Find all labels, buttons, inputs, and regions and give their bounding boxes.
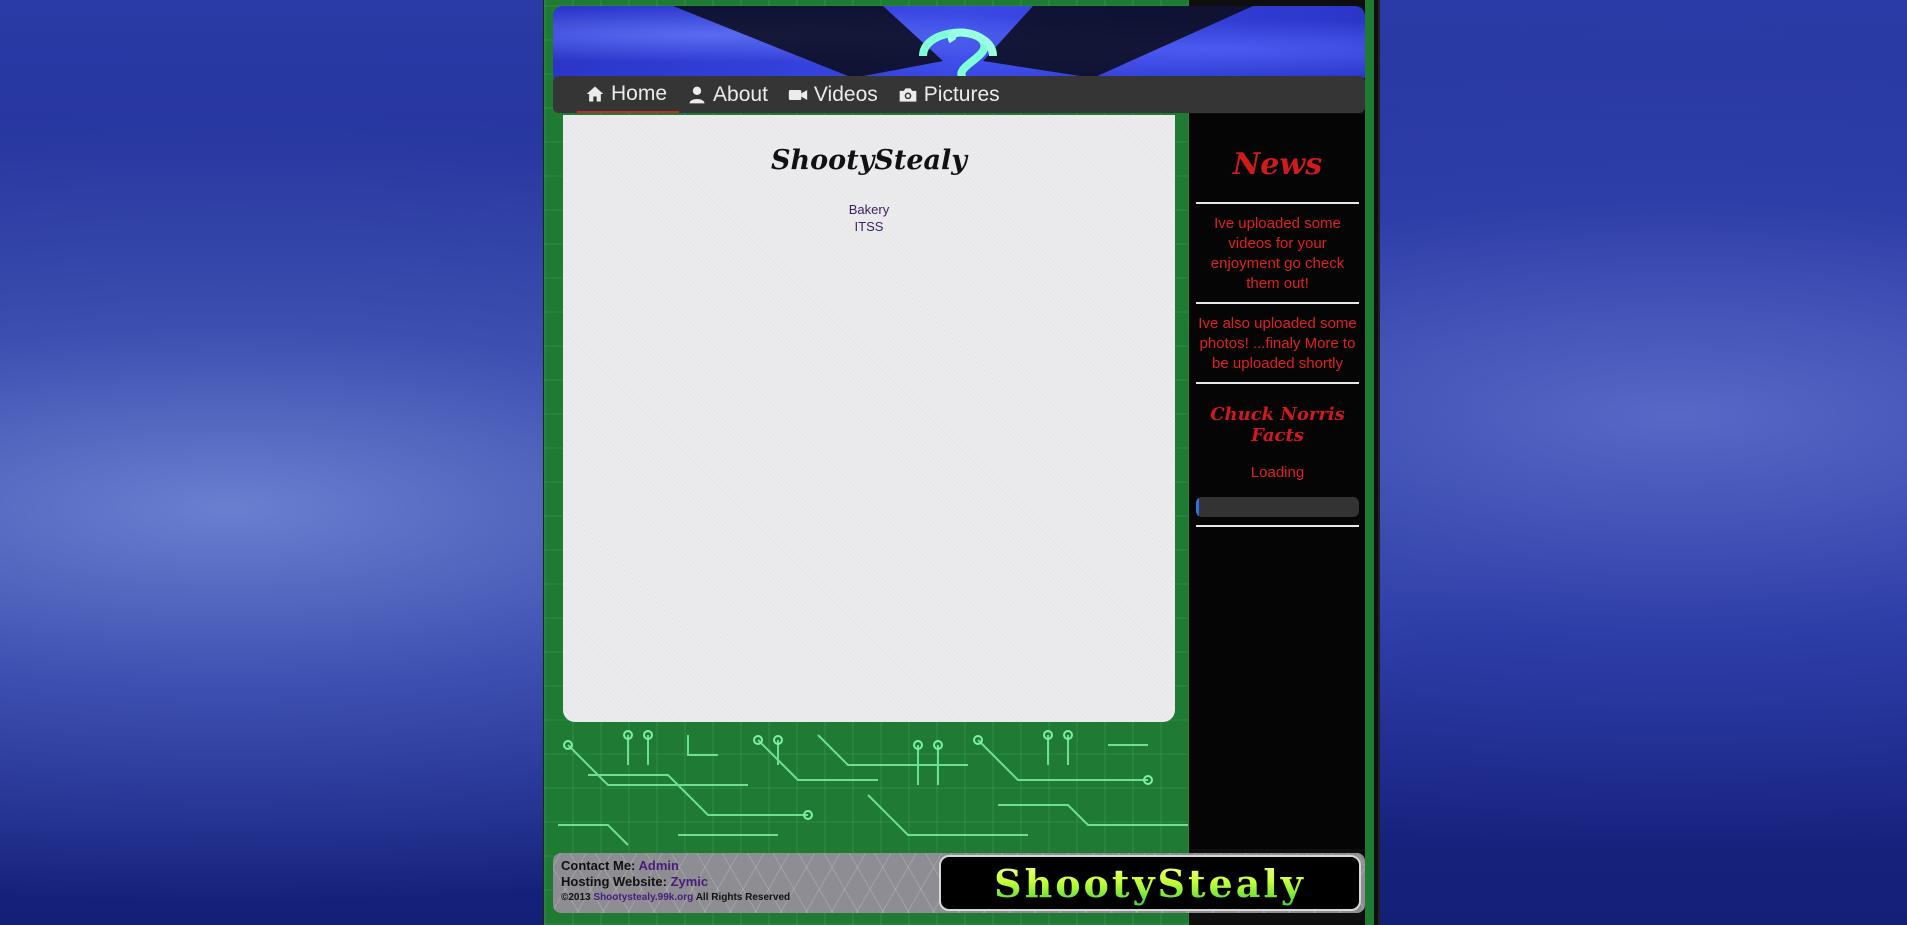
contact-label: Contact Me: xyxy=(561,858,636,873)
footer-logo-text: ShootyStealy xyxy=(994,860,1306,906)
news-sidebar: News Ive uploaded some videos for your e… xyxy=(1196,140,1359,527)
facts-loading-text: Loading xyxy=(1250,464,1305,481)
divider xyxy=(1196,525,1359,527)
hosting-zymic-link[interactable]: Zymic xyxy=(671,874,709,889)
main-content: ShootyStealy Bakery ITSS xyxy=(563,115,1175,722)
contact-admin-link[interactable]: Admin xyxy=(639,858,679,873)
facts-progress-bar xyxy=(1196,497,1359,517)
nav-home-label: Home xyxy=(611,81,668,105)
link-itss[interactable]: ITSS xyxy=(563,218,1175,235)
nav-videos[interactable]: Videos xyxy=(780,76,890,113)
footer-logo: ShootyStealy xyxy=(939,855,1361,911)
page-title: ShootyStealy xyxy=(771,145,967,176)
main-nav: Home About Videos Pictures xyxy=(553,76,1365,113)
site-url-link[interactable]: Shootystealy.99k.org xyxy=(593,892,693,903)
banner-logo-icon xyxy=(673,6,1253,78)
facts-progress-fill xyxy=(1196,497,1200,517)
copyright-suffix: All Rights Reserved xyxy=(695,892,791,903)
video-camera-icon xyxy=(788,89,808,100)
content-links: Bakery ITSS xyxy=(563,201,1175,235)
chuck-norris-facts-heading: Chuck Norris Facts xyxy=(1210,404,1345,446)
footer-info: Contact Me: Admin Hosting Website: Zymic… xyxy=(561,858,790,906)
nav-about[interactable]: About xyxy=(679,76,780,113)
site-footer: Contact Me: Admin Hosting Website: Zymic… xyxy=(553,853,1365,913)
nav-about-label: About xyxy=(713,82,768,106)
home-icon xyxy=(586,86,604,101)
link-bakery[interactable]: Bakery xyxy=(563,201,1175,218)
news-item: Ive uploaded some videos for your enjoym… xyxy=(1210,215,1345,292)
site-banner xyxy=(553,6,1365,78)
sidebar-edge xyxy=(1365,0,1374,925)
nav-pictures-label: Pictures xyxy=(923,82,1000,106)
nav-home[interactable]: Home xyxy=(577,76,680,113)
user-icon xyxy=(689,86,705,103)
circuit-traces xyxy=(558,730,1188,846)
camera-icon xyxy=(899,87,917,102)
divider xyxy=(1196,382,1359,384)
news-item: Ive also uploaded some photos! ...finaly… xyxy=(1198,315,1357,372)
hosting-label: Hosting Website: xyxy=(561,874,667,889)
news-heading: News xyxy=(1232,147,1323,182)
nav-pictures[interactable]: Pictures xyxy=(890,76,1012,113)
nav-videos-label: Videos xyxy=(813,82,878,106)
copyright-prefix: ©2013 xyxy=(561,892,591,903)
